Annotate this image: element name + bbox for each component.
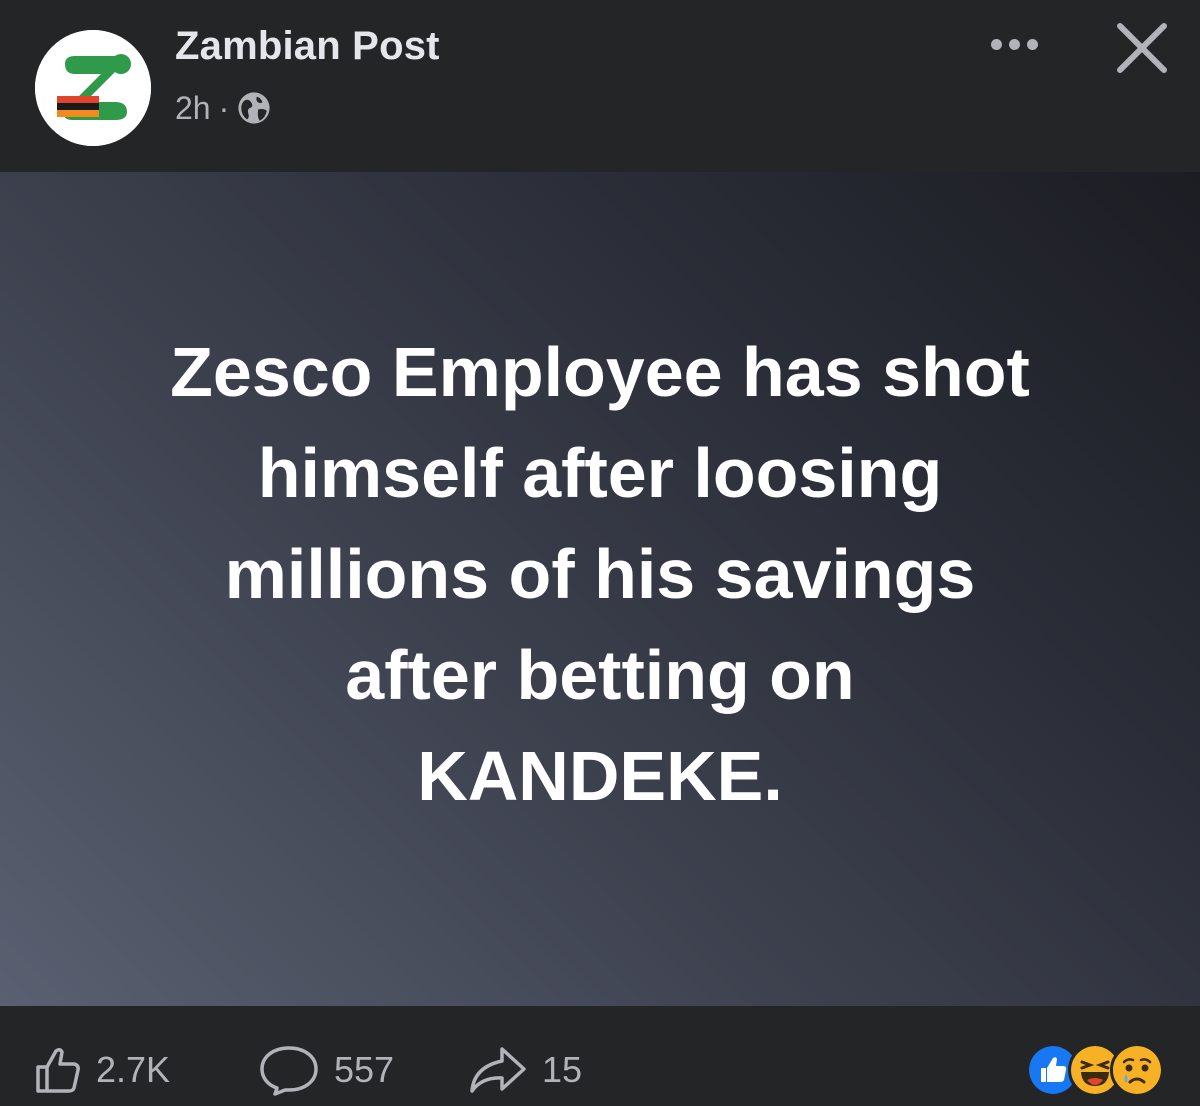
- like-count: 2.7K: [96, 1049, 171, 1090]
- post-header: Zambian Post 2h ·: [0, 0, 1200, 172]
- comment-icon: [260, 1046, 318, 1096]
- page-name[interactable]: Zambian Post: [175, 24, 440, 69]
- post-text-line: Zesco Employee has shot: [170, 332, 1030, 411]
- close-icon[interactable]: [1110, 16, 1174, 80]
- post-text-line: after betting on: [345, 635, 855, 714]
- post-meta: 2h ·: [175, 88, 271, 128]
- share-button[interactable]: 15: [468, 1034, 582, 1106]
- post-text-line: himself after loosing: [257, 433, 943, 512]
- like-icon: [36, 1047, 80, 1093]
- reactions-summary[interactable]: [1026, 1043, 1164, 1097]
- more-dot: [990, 38, 1002, 50]
- comment-count: 557: [334, 1049, 395, 1090]
- share-count: 15: [542, 1049, 583, 1090]
- post-text: Zesco Employee has shot himself after lo…: [70, 322, 1130, 827]
- zambian-post-logo-icon: [35, 30, 151, 146]
- like-button[interactable]: 2.7K: [34, 1034, 170, 1106]
- post-background: Zesco Employee has shot himself after lo…: [0, 172, 1200, 1006]
- page-avatar[interactable]: [35, 30, 151, 146]
- more-dot: [1008, 38, 1020, 50]
- more-dot: [1026, 38, 1038, 50]
- post-text-line: millions of his savings: [224, 534, 976, 613]
- meta-separator: ·: [218, 89, 230, 126]
- sad-reaction-icon: [1110, 1043, 1164, 1097]
- comment-button[interactable]: 557: [258, 1034, 394, 1106]
- share-icon: [470, 1047, 526, 1093]
- post-time[interactable]: 2h: [175, 90, 211, 127]
- post-text-line: KANDEKE.: [417, 736, 783, 815]
- more-options-button[interactable]: [982, 22, 1046, 66]
- globe-icon[interactable]: [237, 91, 271, 125]
- post-footer: [0, 1006, 1200, 1103]
